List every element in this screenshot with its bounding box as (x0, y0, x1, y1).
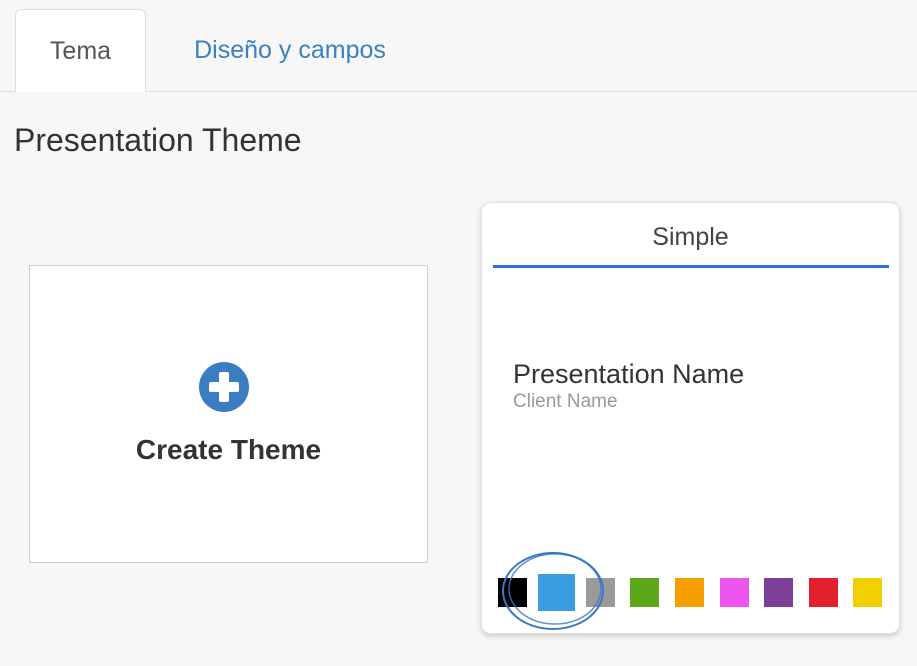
swatch-green[interactable] (630, 578, 659, 607)
swatch-orange[interactable] (675, 578, 704, 607)
swatch-black[interactable] (498, 578, 527, 607)
preview-presentation-name: Presentation Name (513, 359, 745, 389)
theme-name: Simple (652, 223, 729, 251)
swatch-red[interactable] (809, 578, 838, 607)
swatch-purple[interactable] (764, 578, 793, 607)
swatch-gray[interactable] (586, 578, 615, 607)
page-title: Presentation Theme (14, 122, 302, 158)
swatch-yellow[interactable] (853, 578, 882, 607)
tab-diseno-y-campos[interactable]: Diseño y campos (160, 9, 420, 92)
preview-client-name: Client Name (513, 391, 618, 412)
create-theme-label: Create Theme (135, 434, 322, 465)
tab-tema[interactable]: Tema (15, 9, 146, 92)
theme-accent-underline (493, 265, 889, 268)
swatch-blue-selected[interactable] (538, 574, 575, 611)
create-theme-card[interactable]: Create Theme (29, 265, 428, 563)
swatch-pink[interactable] (720, 578, 749, 607)
plus-circle-icon (199, 362, 249, 412)
theme-card-simple[interactable]: Simple Presentation Name Client Name (481, 202, 900, 634)
tab-bar: Tema Diseño y campos (0, 0, 917, 92)
